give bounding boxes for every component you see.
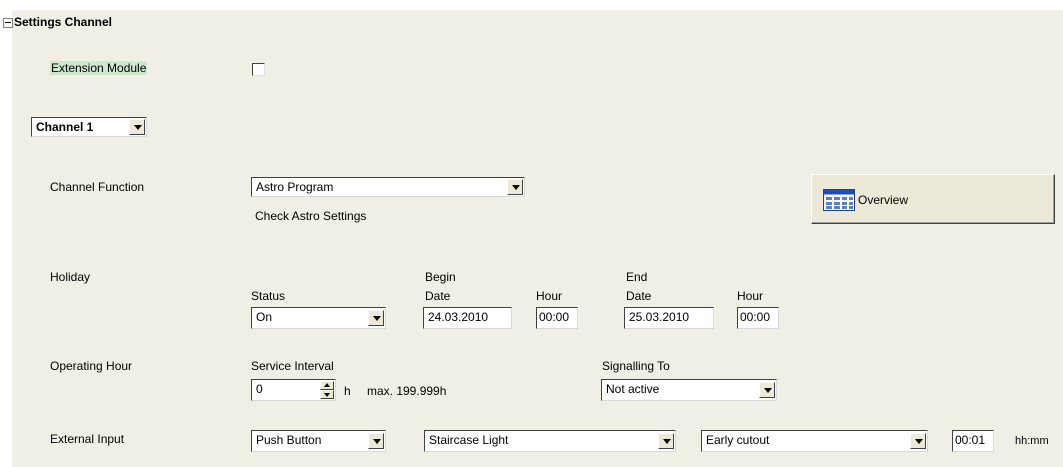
channel-select[interactable]: Channel 1 <box>31 117 147 137</box>
holiday-status-label: Status <box>251 289 286 303</box>
chevron-down-icon[interactable] <box>910 433 926 449</box>
external-input-mode-select[interactable]: Early cutout <box>701 430 928 452</box>
channel-function-value: Astro Program <box>256 180 334 194</box>
external-input-time-unit: hh:mm <box>1015 435 1049 447</box>
holiday-status-value: On <box>256 310 273 324</box>
external-input-time-input[interactable]: 00:01 <box>952 430 994 452</box>
holiday-begin-hour-input[interactable]: 00:00 <box>536 307 578 329</box>
holiday-status-select[interactable]: On <box>251 307 386 329</box>
service-interval-label: Service Interval <box>251 359 334 373</box>
signalling-to-label: Signalling To <box>602 359 670 373</box>
service-interval-spinner[interactable]: 0 <box>251 379 336 401</box>
holiday-end-date-label: Date <box>626 289 652 303</box>
extension-module-checkbox[interactable] <box>252 63 265 76</box>
holiday-begin-date-input[interactable]: 24.03.2010 <box>423 307 512 329</box>
channel-function-select[interactable]: Astro Program <box>251 177 525 197</box>
chevron-down-icon[interactable] <box>658 433 674 449</box>
external-input-type-value: Push Button <box>256 433 322 447</box>
extension-module-label: Extension Module <box>50 61 148 75</box>
external-input-function-select[interactable]: Staircase Light <box>424 430 676 452</box>
holiday-end-hour-value: 00:00 <box>740 310 771 324</box>
external-input-time-value: 00:01 <box>955 433 986 447</box>
signalling-to-select[interactable]: Not active <box>601 379 777 401</box>
holiday-begin-label: Begin <box>425 270 456 284</box>
table-icon <box>823 189 855 211</box>
channel-function-note: Check Astro Settings <box>255 209 367 223</box>
external-input-type-select[interactable]: Push Button <box>251 430 386 452</box>
holiday-end-label: End <box>626 270 648 284</box>
operating-hour-label: Operating Hour <box>50 359 133 373</box>
holiday-begin-date-label: Date <box>425 289 451 303</box>
holiday-label: Holiday <box>50 270 91 284</box>
holiday-begin-hour-label: Hour <box>536 289 563 303</box>
chevron-down-icon[interactable] <box>368 433 384 449</box>
overview-button[interactable]: Overview <box>811 174 1055 224</box>
external-input-function-value: Staircase Light <box>429 433 509 447</box>
holiday-begin-hour-value: 00:00 <box>539 310 570 324</box>
channel-function-label: Channel Function <box>50 180 145 194</box>
holiday-end-date-input[interactable]: 25.03.2010 <box>624 307 714 329</box>
holiday-end-hour-label: Hour <box>737 289 764 303</box>
spinner-arrows-icon[interactable] <box>320 381 334 399</box>
channel-select-value: Channel 1 <box>36 120 94 134</box>
holiday-end-hour-input[interactable]: 00:00 <box>737 307 779 329</box>
external-input-mode-value: Early cutout <box>706 433 770 447</box>
holiday-begin-date-value: 24.03.2010 <box>428 310 489 324</box>
chevron-down-icon[interactable] <box>368 310 384 326</box>
service-interval-unit: h <box>344 384 351 398</box>
settings-panel <box>12 10 1063 467</box>
section-title: Settings Channel <box>14 15 113 29</box>
service-interval-max: max. 199.999h <box>367 384 447 398</box>
holiday-end-date-value: 25.03.2010 <box>629 310 690 324</box>
overview-button-label: Overview <box>858 193 909 207</box>
chevron-down-icon[interactable] <box>129 119 145 135</box>
chevron-down-icon[interactable] <box>507 179 523 195</box>
collapse-icon[interactable] <box>3 18 13 28</box>
signalling-to-value: Not active <box>606 382 660 396</box>
external-input-label: External Input <box>50 432 125 446</box>
service-interval-value: 0 <box>256 382 263 396</box>
chevron-down-icon[interactable] <box>759 382 775 398</box>
